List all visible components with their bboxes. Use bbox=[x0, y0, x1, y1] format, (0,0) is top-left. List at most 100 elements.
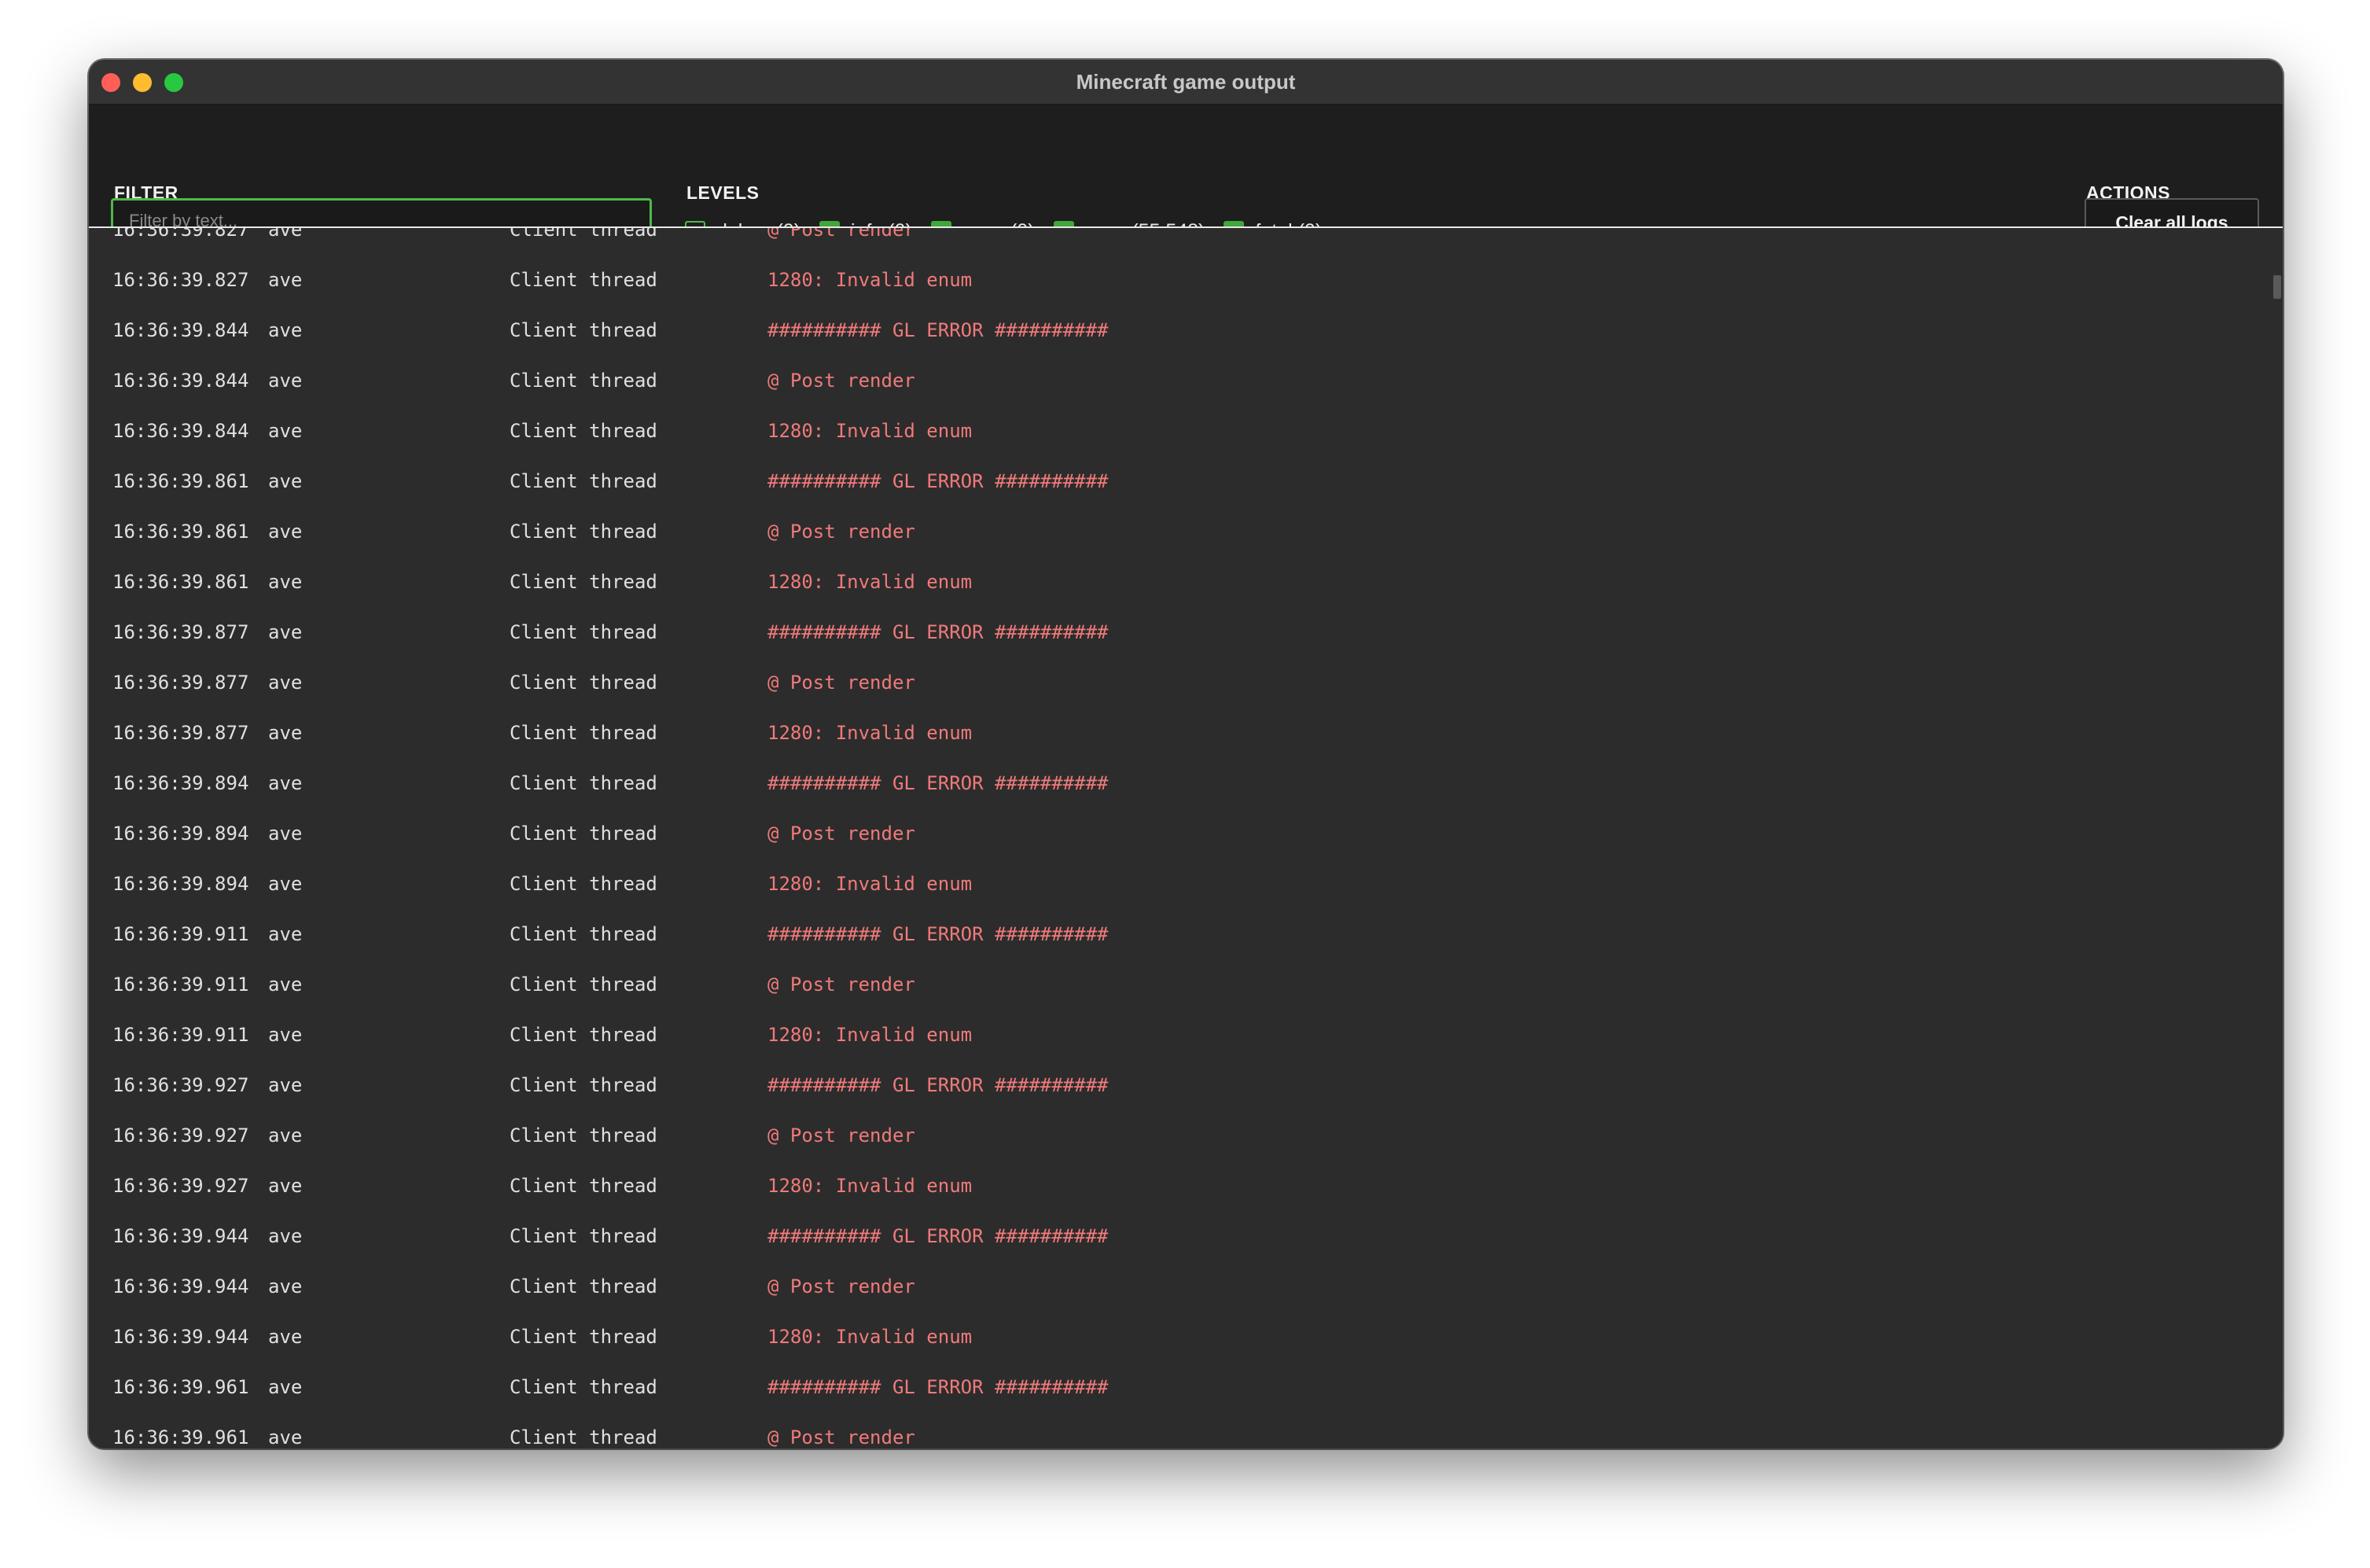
app-window: Minecraft game output FILTER LEVELS debu… bbox=[89, 60, 2283, 1448]
log-source: ave bbox=[268, 1426, 303, 1448]
log-row[interactable]: 16:36:39.827 ave Client thread @ Post rende… bbox=[89, 226, 2283, 255]
log-message: @ Post render bbox=[767, 1426, 915, 1448]
log-thread: Client thread bbox=[510, 974, 657, 996]
log-message: ########## GL ERROR ########## bbox=[767, 1376, 1109, 1398]
log-source: ave bbox=[268, 319, 303, 341]
log-timestamp: 16:36:39.961 bbox=[112, 1426, 249, 1448]
log-row[interactable]: 16:36:39.877 ave Client thread ########## G… bbox=[89, 607, 2283, 657]
log-thread: Client thread bbox=[510, 470, 657, 492]
log-message: @ Post render bbox=[767, 974, 915, 996]
log-row[interactable]: 16:36:39.844 ave Client thread ########## G… bbox=[89, 305, 2283, 355]
log-row[interactable]: 16:36:39.944 ave Client thread @ Post rende… bbox=[89, 1261, 2283, 1312]
log-message: @ Post render bbox=[767, 1124, 915, 1147]
log-message: 1280: Invalid enum bbox=[767, 420, 973, 442]
scrollbar-thumb[interactable] bbox=[2273, 275, 2281, 299]
log-thread: Client thread bbox=[510, 672, 657, 694]
log-timestamp: 16:36:39.894 bbox=[112, 823, 249, 845]
log-row[interactable]: 16:36:39.911 ave Client thread ########## G… bbox=[89, 909, 2283, 959]
log-source: ave bbox=[268, 521, 303, 543]
log-thread: Client thread bbox=[510, 1426, 657, 1448]
log-timestamp: 16:36:39.927 bbox=[112, 1074, 249, 1096]
log-thread: Client thread bbox=[510, 420, 657, 442]
log-source: ave bbox=[268, 1074, 303, 1096]
log-timestamp: 16:36:39.911 bbox=[112, 923, 249, 945]
log-timestamp: 16:36:39.927 bbox=[112, 1124, 249, 1147]
log-thread: Client thread bbox=[510, 1326, 657, 1348]
log-row[interactable]: 16:36:39.927 ave Client thread 1280: Invali… bbox=[89, 1161, 2283, 1211]
log-timestamp: 16:36:39.827 bbox=[112, 226, 249, 241]
log-row[interactable]: 16:36:39.911 ave Client thread @ Post rende… bbox=[89, 959, 2283, 1010]
log-thread: Client thread bbox=[510, 923, 657, 945]
log-timestamp: 16:36:39.944 bbox=[112, 1275, 249, 1297]
log-timestamp: 16:36:39.911 bbox=[112, 974, 249, 996]
log-message: ########## GL ERROR ########## bbox=[767, 1225, 1109, 1247]
log-row[interactable]: 16:36:39.911 ave Client thread 1280: Invali… bbox=[89, 1010, 2283, 1060]
log-source: ave bbox=[268, 1326, 303, 1348]
log-timestamp: 16:36:39.844 bbox=[112, 420, 249, 442]
log-timestamp: 16:36:39.961 bbox=[112, 1376, 249, 1398]
log-row[interactable]: 16:36:39.961 ave Client thread @ Post rende… bbox=[89, 1412, 2283, 1448]
log-row[interactable]: 16:36:39.894 ave Client thread @ Post rende… bbox=[89, 808, 2283, 859]
log-thread: Client thread bbox=[510, 772, 657, 794]
log-timestamp: 16:36:39.861 bbox=[112, 521, 249, 543]
log-source: ave bbox=[268, 1275, 303, 1297]
log-source: ave bbox=[268, 269, 303, 291]
log-timestamp: 16:36:39.877 bbox=[112, 621, 249, 643]
log-thread: Client thread bbox=[510, 823, 657, 845]
log-timestamp: 16:36:39.894 bbox=[112, 873, 249, 895]
log-message: 1280: Invalid enum bbox=[767, 873, 973, 895]
log-row[interactable]: 16:36:39.944 ave Client thread ########## G… bbox=[89, 1211, 2283, 1261]
log-message: @ Post render bbox=[767, 672, 915, 694]
log-timestamp: 16:36:39.844 bbox=[112, 319, 249, 341]
log-timestamp: 16:36:39.894 bbox=[112, 772, 249, 794]
title-bar[interactable]: Minecraft game output bbox=[89, 60, 2283, 105]
log-source: ave bbox=[268, 1175, 303, 1197]
log-thread: Client thread bbox=[510, 873, 657, 895]
log-list: 16:36:39.827 ave Client thread @ Post rende… bbox=[89, 226, 2283, 1448]
log-timestamp: 16:36:39.944 bbox=[112, 1225, 249, 1247]
log-source: ave bbox=[268, 420, 303, 442]
log-source: ave bbox=[268, 1376, 303, 1398]
log-source: ave bbox=[268, 722, 303, 744]
log-thread: Client thread bbox=[510, 1275, 657, 1297]
log-row[interactable]: 16:36:39.861 ave Client thread 1280: Invali… bbox=[89, 557, 2283, 607]
log-output[interactable]: 16:36:39.827 ave Client thread @ Post rende… bbox=[89, 226, 2283, 1448]
log-scrollbar[interactable] bbox=[2272, 228, 2283, 1448]
log-row[interactable]: 16:36:39.894 ave Client thread ########## G… bbox=[89, 758, 2283, 808]
log-row[interactable]: 16:36:39.844 ave Client thread @ Post rende… bbox=[89, 355, 2283, 406]
log-row[interactable]: 16:36:39.844 ave Client thread 1280: Invali… bbox=[89, 406, 2283, 456]
log-message: 1280: Invalid enum bbox=[767, 1024, 973, 1046]
log-message: 1280: Invalid enum bbox=[767, 269, 973, 291]
log-source: ave bbox=[268, 923, 303, 945]
log-row[interactable]: 16:36:39.927 ave Client thread @ Post rende… bbox=[89, 1110, 2283, 1161]
log-source: ave bbox=[268, 772, 303, 794]
log-row[interactable]: 16:36:39.861 ave Client thread ########## G… bbox=[89, 456, 2283, 506]
log-row[interactable]: 16:36:39.927 ave Client thread ########## G… bbox=[89, 1060, 2283, 1110]
log-thread: Client thread bbox=[510, 1225, 657, 1247]
log-message: 1280: Invalid enum bbox=[767, 571, 973, 593]
log-timestamp: 16:36:39.861 bbox=[112, 470, 249, 492]
log-source: ave bbox=[268, 672, 303, 694]
log-row[interactable]: 16:36:39.877 ave Client thread @ Post rende… bbox=[89, 657, 2283, 708]
log-source: ave bbox=[268, 470, 303, 492]
log-timestamp: 16:36:39.827 bbox=[112, 269, 249, 291]
log-thread: Client thread bbox=[510, 722, 657, 744]
log-row[interactable]: 16:36:39.827 ave Client thread 1280: Invali… bbox=[89, 255, 2283, 305]
log-row[interactable]: 16:36:39.944 ave Client thread 1280: Invali… bbox=[89, 1312, 2283, 1362]
log-source: ave bbox=[268, 1024, 303, 1046]
log-message: @ Post render bbox=[767, 823, 915, 845]
log-row[interactable]: 16:36:39.961 ave Client thread ########## G… bbox=[89, 1362, 2283, 1412]
log-timestamp: 16:36:39.844 bbox=[112, 370, 249, 392]
log-row[interactable]: 16:36:39.894 ave Client thread 1280: Invali… bbox=[89, 859, 2283, 909]
window-title: Minecraft game output bbox=[1076, 70, 1296, 94]
log-source: ave bbox=[268, 226, 303, 241]
log-source: ave bbox=[268, 1225, 303, 1247]
log-row[interactable]: 16:36:39.877 ave Client thread 1280: Invali… bbox=[89, 708, 2283, 758]
log-row[interactable]: 16:36:39.861 ave Client thread @ Post rende… bbox=[89, 506, 2283, 557]
log-thread: Client thread bbox=[510, 1376, 657, 1398]
log-message: ########## GL ERROR ########## bbox=[767, 319, 1109, 341]
log-thread: Client thread bbox=[510, 319, 657, 341]
log-message: ########## GL ERROR ########## bbox=[767, 923, 1109, 945]
log-message: ########## GL ERROR ########## bbox=[767, 772, 1109, 794]
log-source: ave bbox=[268, 621, 303, 643]
